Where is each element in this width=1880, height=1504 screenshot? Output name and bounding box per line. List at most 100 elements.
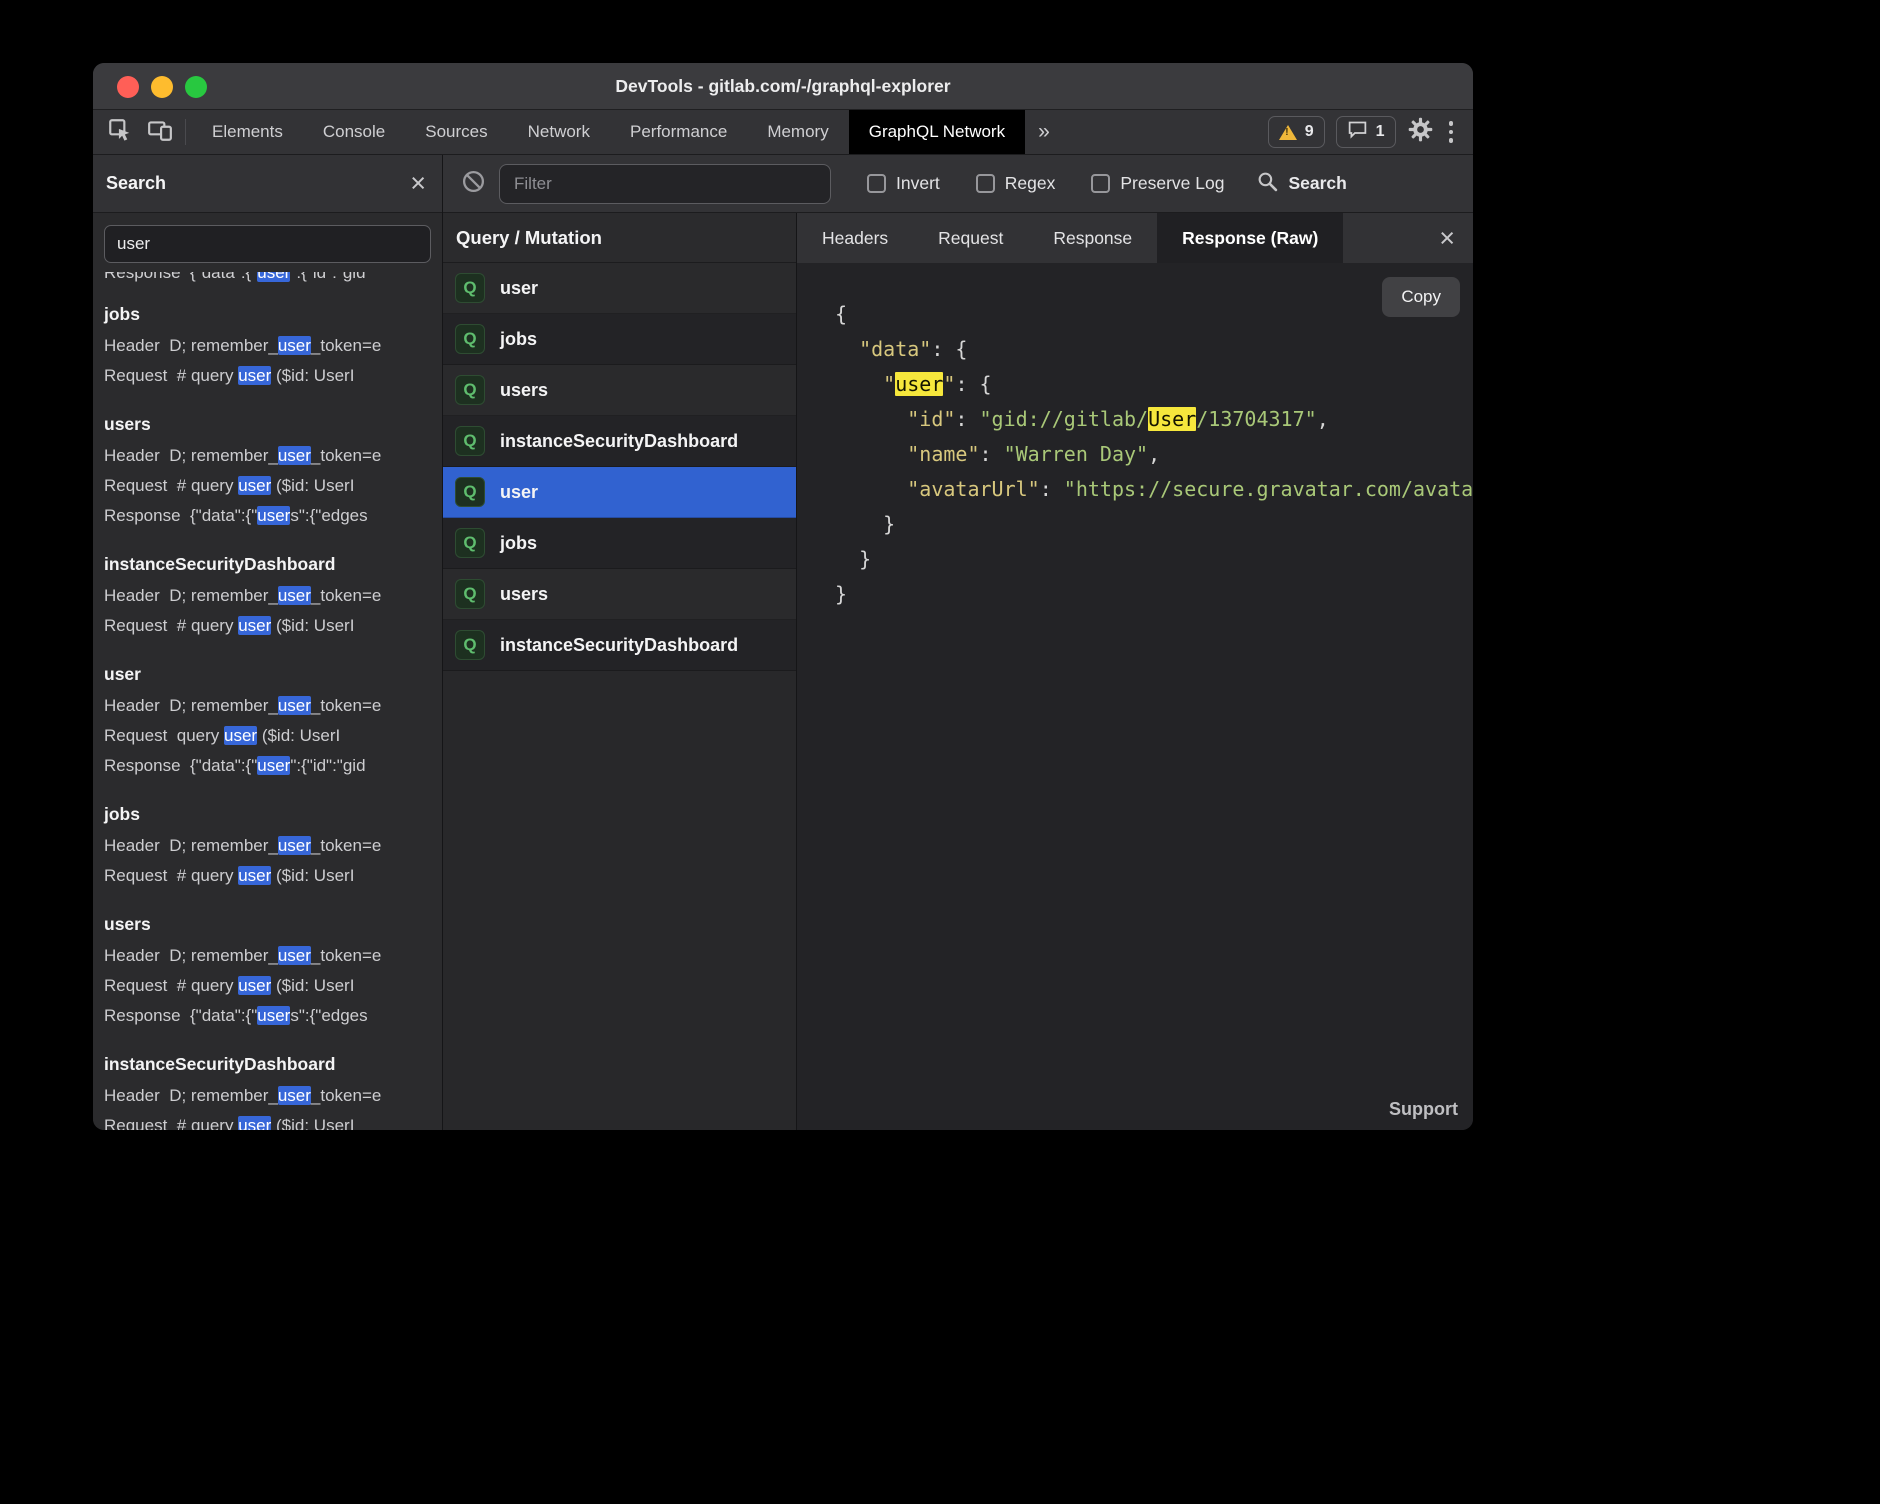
titlebar[interactable]: DevTools - gitlab.com/-/graphql-explorer <box>93 63 1473 110</box>
toolbar-left-icons <box>93 110 179 154</box>
query-row-label: instanceSecurityDashboard <box>500 635 738 656</box>
kebab-menu-icon[interactable] <box>1445 121 1458 143</box>
detail-panel-close-icon[interactable]: × <box>1421 213 1473 263</box>
query-row-jobs[interactable]: Qjobs <box>443 314 796 365</box>
invert-checkbox[interactable]: Invert <box>867 173 940 194</box>
text-segment: /13704317" <box>1196 407 1316 431</box>
tab-sources[interactable]: Sources <box>405 110 507 154</box>
search-match-highlight: user <box>278 946 311 965</box>
checkbox-box[interactable] <box>976 174 995 193</box>
support-link[interactable]: Support <box>1389 1099 1458 1120</box>
raw-response-view: Copy { "data": { "user": { "id": "gid://… <box>797 263 1473 1130</box>
tab-headers[interactable]: Headers <box>797 213 913 263</box>
result-line[interactable]: Request # query user ($id: UserI <box>104 1111 442 1130</box>
result-title[interactable]: jobs <box>104 798 442 831</box>
result-line[interactable]: Request # query user ($id: UserI <box>104 971 442 1001</box>
result-line[interactable]: Header D; remember_user_token=e <box>104 441 442 471</box>
filter-input[interactable] <box>499 164 831 204</box>
tab-performance[interactable]: Performance <box>610 110 747 154</box>
query-row-users[interactable]: Qusers <box>443 365 796 416</box>
tab-request[interactable]: Request <box>913 213 1028 263</box>
query-row-users[interactable]: Qusers <box>443 569 796 620</box>
query-row-user[interactable]: Quser <box>443 467 796 518</box>
tab-response[interactable]: Response <box>1028 213 1157 263</box>
query-row-instanceSecurityDashboard[interactable]: QinstanceSecurityDashboard <box>443 416 796 467</box>
devtools-window: DevTools - gitlab.com/-/graphql-explorer… <box>93 63 1473 1130</box>
search-toggle-button[interactable]: Search <box>1257 171 1346 197</box>
tab-graphql-network[interactable]: GraphQL Network <box>849 110 1025 154</box>
result-title[interactable]: jobs <box>104 298 442 331</box>
query-row-label: user <box>500 482 538 503</box>
result-line[interactable]: Header D; remember_user_token=e <box>104 331 442 361</box>
search-match-highlight: User <box>1148 407 1196 431</box>
code-line: "name": "Warren Day", <box>835 437 1473 472</box>
text-segment: Header D; remember_ <box>104 836 278 855</box>
search-result-group: jobsHeader D; remember_user_token=eReque… <box>104 298 442 391</box>
search-icon <box>1257 171 1278 197</box>
result-line[interactable]: Request # query user ($id: UserI <box>104 361 442 391</box>
result-line[interactable]: Response {"data":{"user":{"id":"gid <box>104 751 442 781</box>
search-panel-title: Search <box>106 173 410 194</box>
more-tabs-chevron-icon[interactable]: » <box>1025 110 1063 154</box>
clear-log-icon[interactable] <box>461 169 486 199</box>
result-line[interactable]: Request # query user ($id: UserI <box>104 611 442 641</box>
result-line[interactable]: Header D; remember_user_token=e <box>104 941 442 971</box>
copy-button[interactable]: Copy <box>1382 277 1460 317</box>
search-panel-close-icon[interactable]: × <box>410 170 426 197</box>
search-match-highlight: user <box>238 366 271 385</box>
issues-badge[interactable]: 1 <box>1336 116 1396 148</box>
preserve-log-label: Preserve Log <box>1120 173 1224 194</box>
query-row-jobs[interactable]: Qjobs <box>443 518 796 569</box>
tab-console[interactable]: Console <box>303 110 405 154</box>
result-line[interactable]: Request query user ($id: UserI <box>104 721 442 751</box>
result-line[interactable]: Response {"data":{"users":{"edges <box>104 501 442 531</box>
issue-count: 1 <box>1376 123 1385 141</box>
text-segment: : { <box>931 337 967 361</box>
result-title[interactable]: users <box>104 908 442 941</box>
checkbox-box[interactable] <box>1091 174 1110 193</box>
text-segment: Response {"data":{" <box>104 272 257 282</box>
result-line[interactable]: Request # query user ($id: UserI <box>104 861 442 891</box>
text-segment: _token=e <box>311 946 381 965</box>
result-line[interactable]: Header D; remember_user_token=e <box>104 691 442 721</box>
inspect-element-icon[interactable] <box>107 117 133 148</box>
checkbox-box[interactable] <box>867 174 886 193</box>
text-segment: _token=e <box>311 446 381 465</box>
text-segment: Request # query <box>104 616 238 635</box>
result-title[interactable]: instanceSecurityDashboard <box>104 548 442 581</box>
query-row-instanceSecurityDashboard[interactable]: QinstanceSecurityDashboard <box>443 620 796 671</box>
tab-response-raw[interactable]: Response (Raw) <box>1157 213 1343 263</box>
search-match-highlight: user <box>238 476 271 495</box>
warnings-badge[interactable]: 9 <box>1268 116 1325 148</box>
text-segment: _token=e <box>311 586 381 605</box>
result-line[interactable]: Header D; remember_user_token=e <box>104 581 442 611</box>
result-line[interactable]: Header D; remember_user_token=e <box>104 831 442 861</box>
minimize-window-button[interactable] <box>151 76 173 98</box>
settings-gear-icon[interactable] <box>1407 116 1434 148</box>
regex-checkbox[interactable]: Regex <box>976 173 1056 194</box>
code-line: "user": { <box>835 367 1473 402</box>
zoom-window-button[interactable] <box>185 76 207 98</box>
text-segment: Header D; remember_ <box>104 446 278 465</box>
result-title[interactable]: users <box>104 408 442 441</box>
result-title[interactable]: instanceSecurityDashboard <box>104 1048 442 1081</box>
text-segment <box>835 372 883 396</box>
text-segment: "data" <box>859 337 931 361</box>
device-toolbar-icon[interactable] <box>147 117 173 148</box>
tab-elements[interactable]: Elements <box>192 110 303 154</box>
close-window-button[interactable] <box>117 76 139 98</box>
query-row-user[interactable]: Quser <box>443 263 796 314</box>
result-line[interactable]: Response {"data":{"user":{"id":"gid <box>104 272 442 288</box>
query-row-label: user <box>500 278 538 299</box>
result-line[interactable]: Response {"data":{"users":{"edges <box>104 1001 442 1031</box>
result-title[interactable]: user <box>104 658 442 691</box>
text-segment: Request query <box>104 726 224 745</box>
result-line[interactable]: Request # query user ($id: UserI <box>104 471 442 501</box>
tab-memory[interactable]: Memory <box>747 110 848 154</box>
result-line[interactable]: Header D; remember_user_token=e <box>104 1081 442 1111</box>
preserve-log-checkbox[interactable]: Preserve Log <box>1091 173 1224 194</box>
query-row-label: users <box>500 380 548 401</box>
search-input[interactable] <box>104 225 431 263</box>
tab-network[interactable]: Network <box>508 110 610 154</box>
query-row-label: users <box>500 584 548 605</box>
